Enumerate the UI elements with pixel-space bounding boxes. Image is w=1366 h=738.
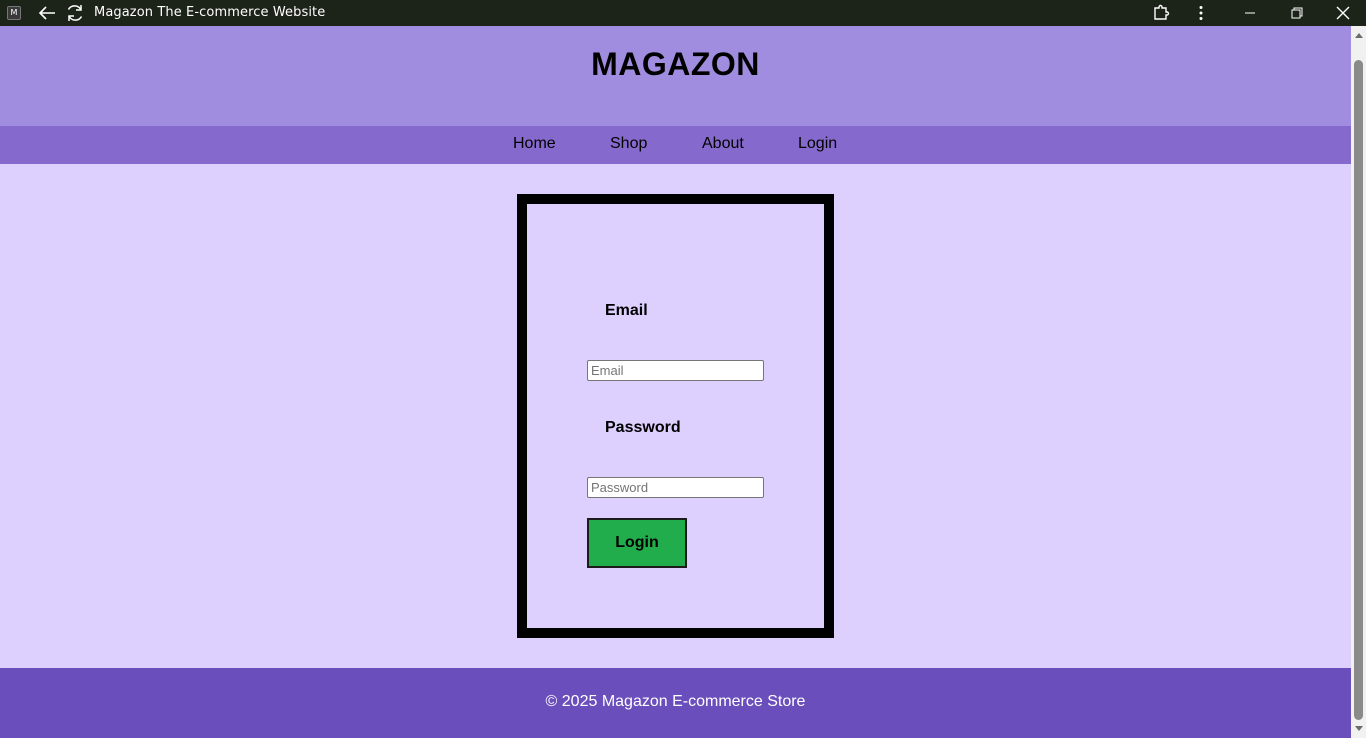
email-input[interactable]	[587, 360, 764, 381]
back-button[interactable]	[33, 0, 61, 26]
nav-about-link[interactable]: About	[702, 135, 744, 153]
restore-icon	[1291, 7, 1303, 19]
kebab-menu-icon	[1199, 6, 1203, 20]
menu-button[interactable]	[1187, 0, 1215, 26]
site-header: MAGAZON	[0, 26, 1351, 126]
email-label: Email	[605, 302, 648, 319]
page-scrollbar[interactable]	[1351, 26, 1366, 738]
nav-home-link[interactable]: Home	[513, 135, 556, 153]
window-title: Magazon The E-commerce Website	[94, 5, 326, 20]
minimize-icon	[1245, 12, 1255, 14]
extension-icon	[1154, 4, 1170, 20]
nav-login-link[interactable]: Login	[798, 135, 837, 153]
login-button[interactable]: Login	[587, 518, 687, 568]
password-input[interactable]	[587, 477, 764, 498]
reload-icon	[67, 5, 83, 21]
window-titlebar: M Magazon The E-commerce Website	[0, 0, 1366, 26]
site-footer: © 2025 Magazon E-commerce Store	[0, 668, 1351, 738]
main-nav: Home Shop About Login	[0, 126, 1351, 164]
scrollbar-thumb[interactable]	[1354, 60, 1363, 720]
nav-shop-link[interactable]: Shop	[610, 135, 647, 153]
site-title: MAGAZON	[591, 46, 760, 82]
arrow-left-icon	[38, 6, 55, 20]
scroll-up-button[interactable]	[1351, 28, 1366, 42]
minimize-button[interactable]	[1236, 0, 1264, 26]
close-button[interactable]	[1329, 0, 1357, 26]
password-label: Password	[605, 419, 681, 436]
reload-button[interactable]	[61, 0, 89, 26]
scroll-down-arrow-icon	[1354, 726, 1363, 731]
scroll-down-button[interactable]	[1351, 722, 1366, 736]
restore-button[interactable]	[1283, 0, 1311, 26]
extensions-button[interactable]	[1147, 0, 1175, 26]
close-icon	[1336, 6, 1350, 20]
scroll-up-arrow-icon	[1354, 33, 1363, 38]
footer-copyright: © 2025 Magazon E-commerce Store	[545, 693, 806, 710]
login-form: Email Password Login	[517, 194, 834, 638]
app-icon: M	[7, 6, 21, 20]
page-viewport: MAGAZON Home Shop About Login Email Pass…	[0, 26, 1351, 738]
